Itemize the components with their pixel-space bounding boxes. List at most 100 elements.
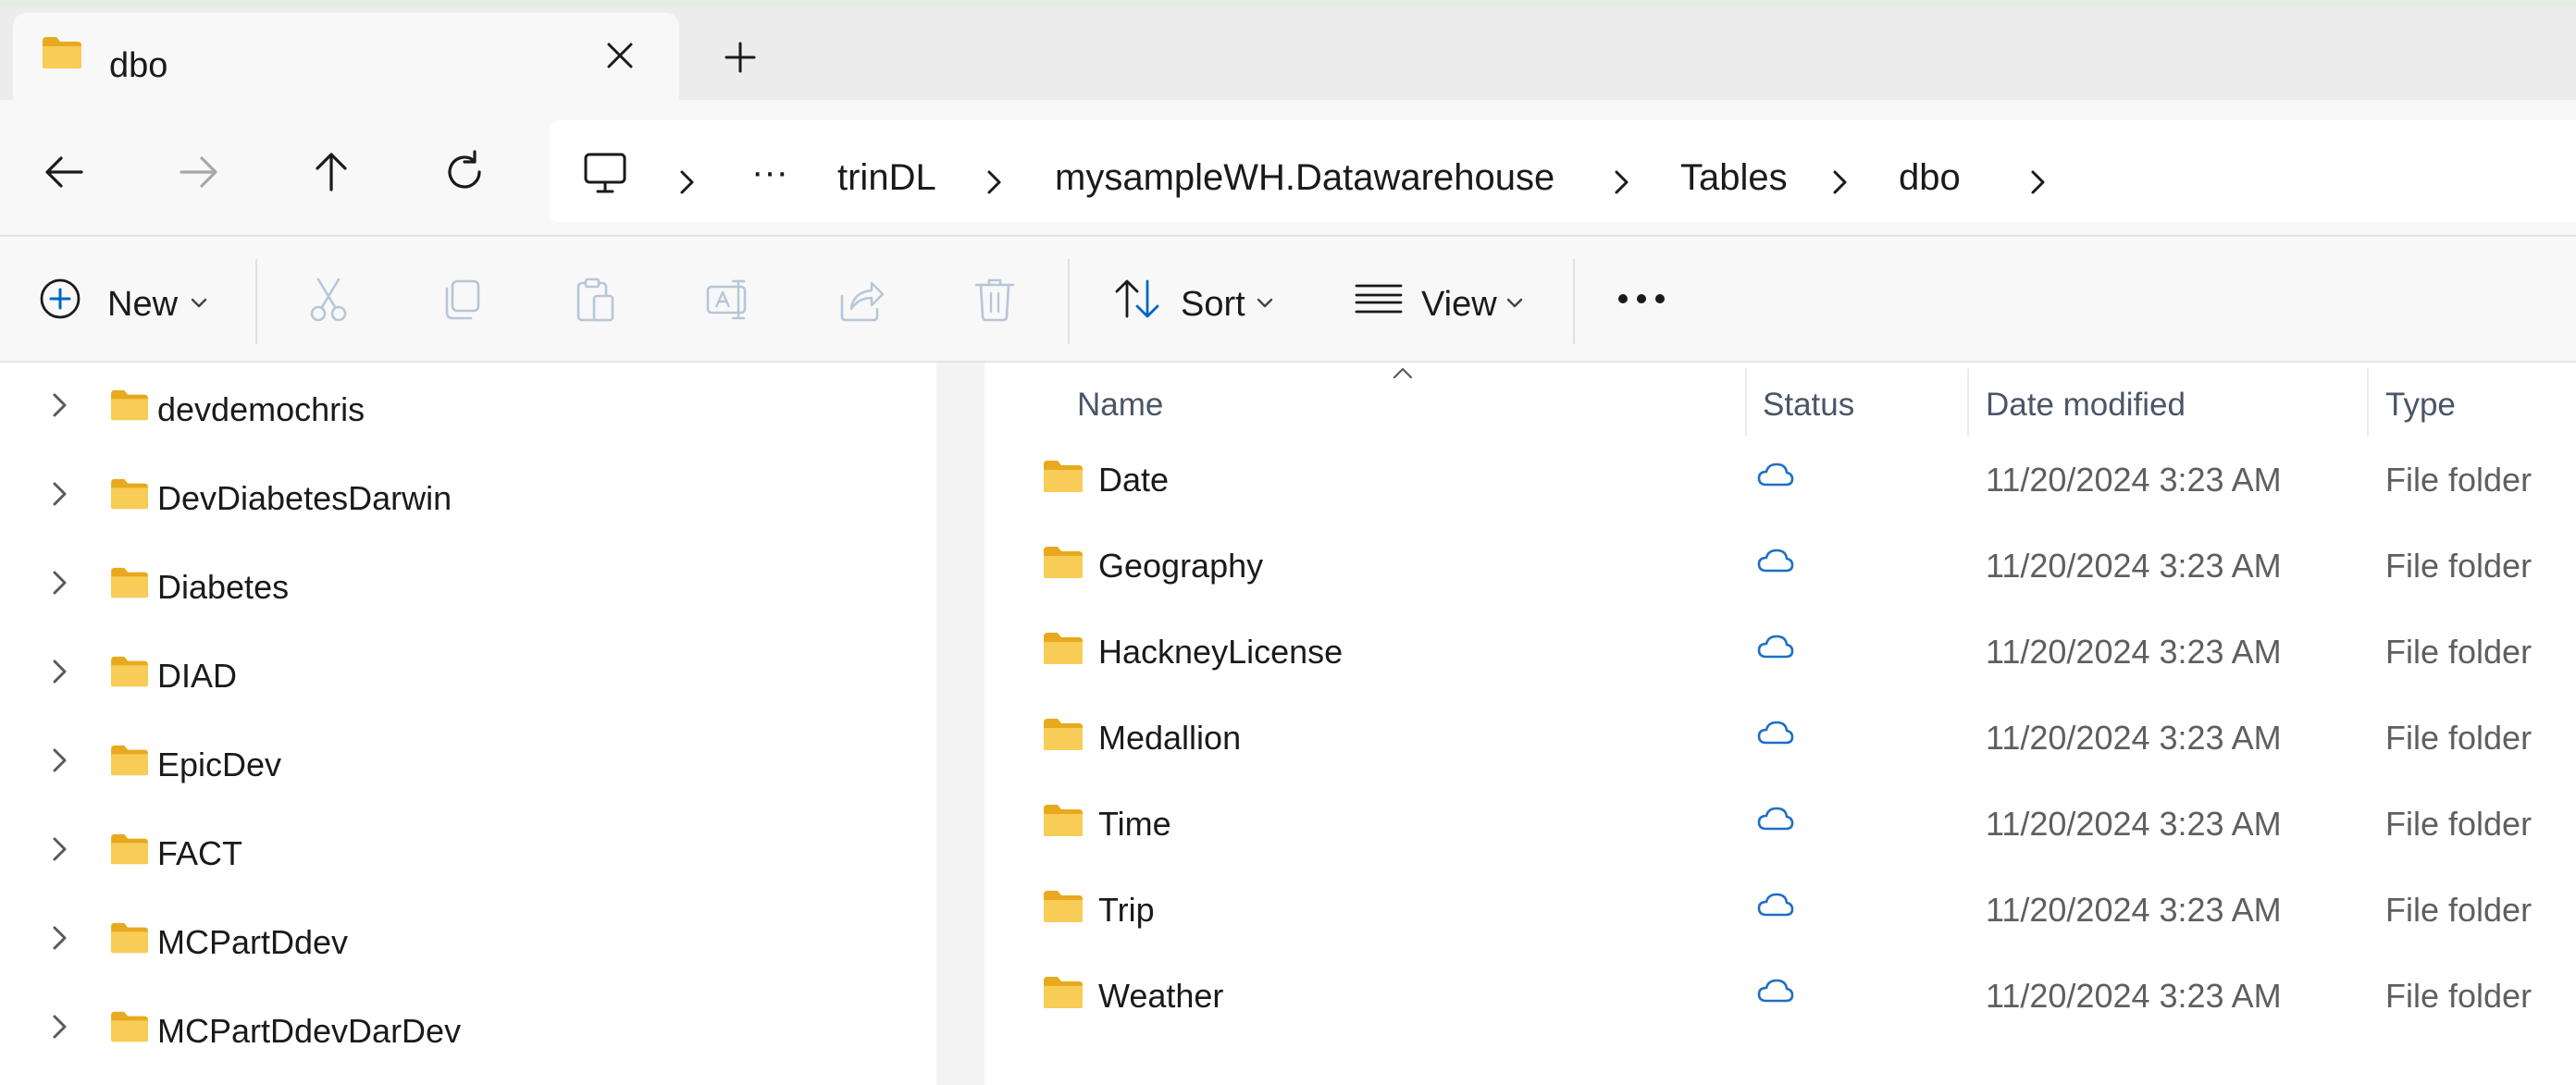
- tree-item-label: EpicDev: [157, 746, 282, 783]
- chevron-down-icon: [1257, 298, 1273, 308]
- file-name: Weather: [1098, 977, 1224, 1015]
- file-type: File folder: [2385, 891, 2533, 929]
- folder-icon: [109, 388, 150, 422]
- up-arrow-icon[interactable]: [305, 146, 357, 198]
- cloud-icon: [1757, 807, 1794, 831]
- cloud-icon: [1757, 635, 1794, 659]
- new-button[interactable]: New: [20, 237, 224, 361]
- breadcrumb-trindl[interactable]: trinDL: [837, 157, 936, 199]
- file-type: File folder: [2385, 547, 2533, 585]
- breadcrumb-chevron-icon[interactable]: [2028, 168, 2049, 196]
- breadcrumb-chevron-icon[interactable]: [1612, 168, 1632, 196]
- file-name: Date: [1098, 461, 1170, 499]
- share-icon[interactable]: [838, 276, 886, 324]
- new-label: New: [107, 285, 179, 324]
- expand-chevron-icon[interactable]: [50, 923, 70, 953]
- expand-chevron-icon[interactable]: [50, 390, 70, 420]
- column-header-type[interactable]: Type: [2385, 387, 2456, 424]
- file-row[interactable]: Trip 11/20/2024 3:23 AM File folder: [985, 867, 2576, 953]
- tab-dbo[interactable]: dbo: [13, 13, 679, 100]
- folder-icon: [109, 921, 150, 955]
- file-type: File folder: [2385, 633, 2533, 671]
- folder-icon: [1042, 975, 1084, 1010]
- sort-ascending-icon: [1393, 367, 1413, 379]
- chevron-down-icon: [191, 298, 207, 308]
- tree-item[interactable]: Diabetes: [0, 540, 936, 629]
- folder-icon: [1042, 717, 1084, 752]
- tab-title: dbo: [109, 46, 168, 85]
- expand-chevron-icon[interactable]: [50, 568, 70, 598]
- expand-chevron-icon[interactable]: [50, 479, 70, 509]
- expand-chevron-icon[interactable]: [50, 746, 70, 775]
- column-separator[interactable]: [1745, 368, 1747, 437]
- file-date-modified: 11/20/2024 3:23 AM: [1986, 719, 2282, 757]
- folder-icon: [109, 655, 150, 688]
- file-date-modified: 11/20/2024 3:23 AM: [1986, 891, 2282, 929]
- tree-item[interactable]: MCPartDdev: [0, 895, 936, 984]
- back-arrow-icon[interactable]: [39, 146, 91, 198]
- breadcrumb-chevron-icon[interactable]: [985, 168, 1005, 196]
- paste-icon[interactable]: [572, 276, 618, 324]
- column-separator[interactable]: [2367, 368, 2369, 437]
- file-date-modified: 11/20/2024 3:23 AM: [1986, 805, 2282, 843]
- tree-item[interactable]: DevDiabetesDarwin: [0, 451, 936, 540]
- file-row[interactable]: Date 11/20/2024 3:23 AM File folder: [985, 437, 2576, 523]
- add-circle-icon: [40, 278, 80, 319]
- tree-item[interactable]: EpicDev: [0, 718, 936, 807]
- sort-icon: [1115, 279, 1159, 318]
- pane-splitter[interactable]: [936, 363, 985, 1085]
- expand-chevron-icon[interactable]: [50, 834, 70, 864]
- view-label: View: [1421, 285, 1497, 324]
- tree-item[interactable]: MCPartDdevDarDev: [0, 984, 936, 1073]
- file-row[interactable]: HackneyLicense 11/20/2024 3:23 AM File fol…: [985, 609, 2576, 695]
- file-row[interactable]: Time 11/20/2024 3:23 AM File folder: [985, 781, 2576, 867]
- expand-chevron-icon[interactable]: [50, 657, 70, 686]
- expand-chevron-icon[interactable]: [50, 1012, 70, 1042]
- breadcrumb-tables[interactable]: Tables: [1680, 157, 1788, 199]
- toolbar-separator: [1573, 259, 1575, 344]
- cut-icon[interactable]: [305, 276, 352, 324]
- file-type: File folder: [2385, 719, 2533, 757]
- folder-icon: [109, 1010, 150, 1043]
- tree-item-label: DIAD: [157, 657, 238, 695]
- cloud-icon: [1757, 721, 1794, 745]
- file-list: Name Status Date modified Type Date 11/20…: [985, 363, 2576, 1085]
- column-separator[interactable]: [1967, 368, 1969, 437]
- tree-item[interactable]: devdemochris: [0, 363, 936, 451]
- sort-button[interactable]: Sort: [1107, 237, 1284, 361]
- file-row[interactable]: Medallion 11/20/2024 3:23 AM File folder: [985, 695, 2576, 781]
- rename-icon[interactable]: [705, 276, 753, 324]
- this-pc-icon[interactable]: [583, 152, 627, 194]
- sort-label: Sort: [1181, 285, 1245, 324]
- close-icon[interactable]: [605, 41, 635, 70]
- file-row[interactable]: Weather 11/20/2024 3:23 AM File folder: [985, 953, 2576, 1039]
- file-row[interactable]: Geography 11/20/2024 3:23 AM File folder: [985, 523, 2576, 609]
- breadcrumb-chevron-icon[interactable]: [677, 168, 698, 196]
- more-options-icon[interactable]: [1617, 292, 1666, 305]
- column-header-name[interactable]: Name: [1077, 387, 1163, 424]
- breadcrumb-dbo[interactable]: dbo: [1899, 157, 1961, 199]
- refresh-icon[interactable]: [439, 146, 490, 198]
- file-date-modified: 11/20/2024 3:23 AM: [1986, 633, 2282, 671]
- folder-icon: [109, 566, 150, 599]
- tab-strip: dbo: [0, 0, 2576, 100]
- copy-icon[interactable]: [439, 276, 485, 324]
- file-name: Trip: [1098, 891, 1155, 929]
- view-button[interactable]: View: [1349, 237, 1534, 361]
- cloud-icon: [1757, 549, 1794, 573]
- breadcrumb-overflow[interactable]: ···: [751, 152, 788, 193]
- column-header-date-modified[interactable]: Date modified: [1986, 387, 2186, 424]
- file-type: File folder: [2385, 461, 2533, 499]
- navigation-pane: devdemochris DevDiabetesDarwin Diabetes DIA…: [0, 363, 936, 1085]
- tree-item-label: FACT: [157, 834, 243, 872]
- tree-item[interactable]: DIAD: [0, 629, 936, 718]
- address-bar[interactable]: ··· trinDL mysampleWH.Datawarehouse Tabl…: [550, 120, 2576, 222]
- plus-icon[interactable]: [724, 41, 757, 74]
- forward-arrow-icon[interactable]: [172, 146, 224, 198]
- breadcrumb-mysamplewh[interactable]: mysampleWH.Datawarehouse: [1055, 157, 1554, 199]
- breadcrumb-chevron-icon[interactable]: [1830, 168, 1851, 196]
- column-header-status[interactable]: Status: [1763, 387, 1854, 424]
- delete-icon[interactable]: [972, 276, 1018, 324]
- folder-icon: [1042, 803, 1084, 838]
- tree-item[interactable]: FACT: [0, 807, 936, 895]
